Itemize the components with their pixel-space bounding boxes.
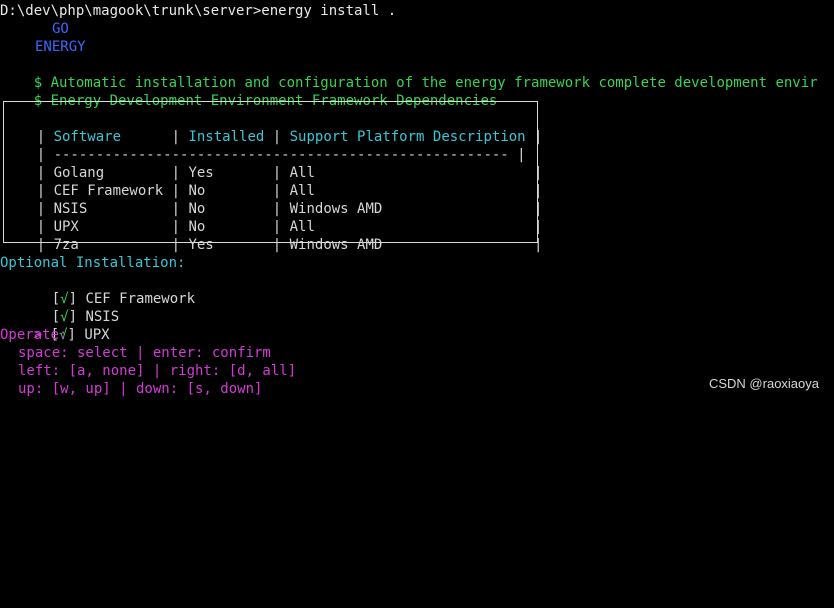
optional-item-nsis[interactable]: [√] NSIS <box>18 290 119 325</box>
table-divider-2: | <box>213 237 290 253</box>
operate-instruction-up-down: up: [w, up] | down: [s, down] <box>18 381 263 397</box>
optional-item-label: UPX <box>84 327 110 343</box>
optional-item-cef[interactable]: [√] CEF Framework <box>18 272 195 307</box>
table-row: | UPX | No | All | <box>3 200 543 235</box>
optional-installation-title: Optional Installation: <box>0 255 186 271</box>
table-divider-1: | <box>78 237 189 253</box>
operate-title: Operate: <box>0 327 68 343</box>
install-description-line: $ Automatic installation and configurati… <box>0 56 818 91</box>
dependency-title-line: $ Energy Development Environment Framewo… <box>0 74 498 109</box>
table-row: | 7za | Yes | Windows AMD | <box>3 218 543 253</box>
table-row: | NSIS | No | Windows AMD | <box>3 182 543 217</box>
table-header-row: | Software | Installed | Support Platfor… <box>3 110 543 145</box>
operate-instruction-select-confirm: space: select | enter: confirm <box>18 345 271 361</box>
table-divider-right: | <box>525 129 543 145</box>
csdn-watermark: CSDN @raoxiaoya <box>708 376 819 391</box>
optional-item-upx-selected[interactable]: > [√] UPX <box>0 308 110 343</box>
table-divider-right: | <box>382 237 543 253</box>
installed-cell: Yes <box>188 237 214 253</box>
table-separator-row: | --------------------------------------… <box>3 128 526 163</box>
logo-go-text: GO <box>52 21 69 37</box>
logo-energy-text: ENERGY <box>35 39 86 55</box>
table-divider-left: | <box>36 237 54 253</box>
command-prompt-line: D:\dev\php\magook\trunk\server>energy in… <box>0 3 397 19</box>
operate-instruction-left-right: left: [a, none] | right: [d, all] <box>18 363 297 379</box>
platform-cell: Windows AMD <box>289 237 383 253</box>
software-cell: 7za <box>53 237 79 253</box>
table-row: | Golang | Yes | All | <box>3 146 543 181</box>
table-row: | CEF Framework | No | All | <box>3 164 543 199</box>
terminal-window: D:\dev\php\magook\trunk\server>energy in… <box>0 0 834 401</box>
checkbox-close-bracket: ] <box>67 327 85 343</box>
